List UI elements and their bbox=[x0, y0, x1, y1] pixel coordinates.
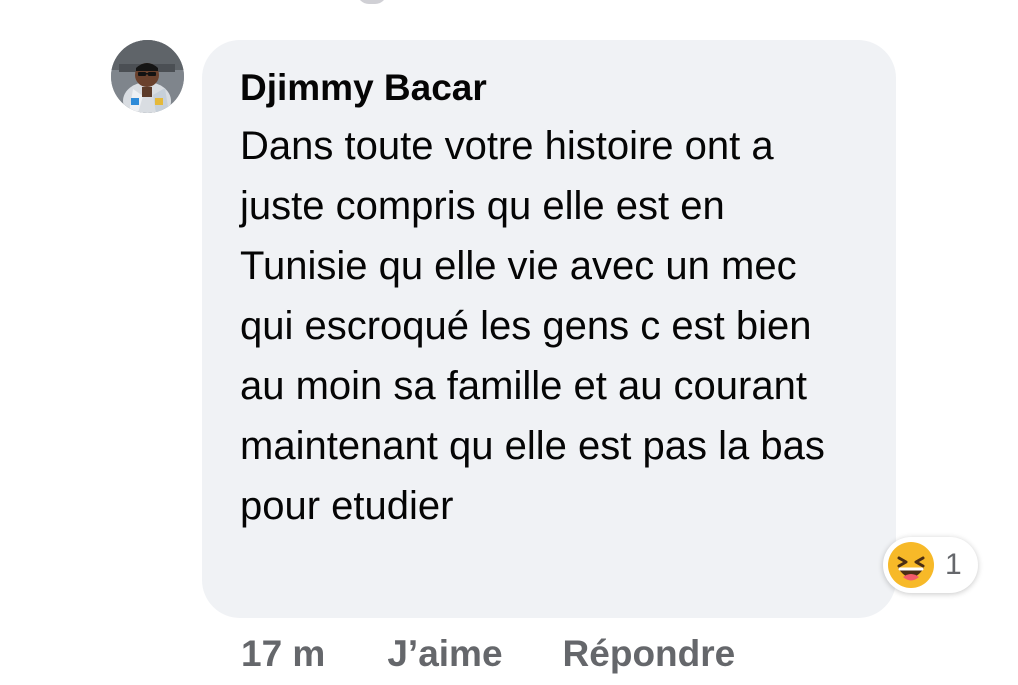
comment-text: Dans toute votre histoire ont a juste co… bbox=[240, 124, 825, 528]
reaction-summary[interactable]: 1 bbox=[883, 537, 978, 593]
comment-author[interactable]: Djimmy Bacar bbox=[240, 66, 866, 110]
comment-bubble: Djimmy Bacar Dans toute votre histoire o… bbox=[202, 40, 896, 618]
comment-timestamp[interactable]: 17 m bbox=[241, 633, 325, 675]
previous-comment-edge bbox=[357, 0, 387, 4]
reply-button[interactable]: Répondre bbox=[563, 633, 736, 675]
user-avatar-icon bbox=[111, 40, 184, 113]
comment-actions: 17 m J’aime Répondre bbox=[241, 626, 795, 682]
laughing-emoji-icon bbox=[888, 542, 934, 588]
avatar[interactable] bbox=[111, 40, 184, 113]
like-button[interactable]: J’aime bbox=[387, 633, 502, 675]
comment-thread: Djimmy Bacar Dans toute votre histoire o… bbox=[0, 0, 1018, 685]
reaction-count: 1 bbox=[945, 548, 962, 581]
